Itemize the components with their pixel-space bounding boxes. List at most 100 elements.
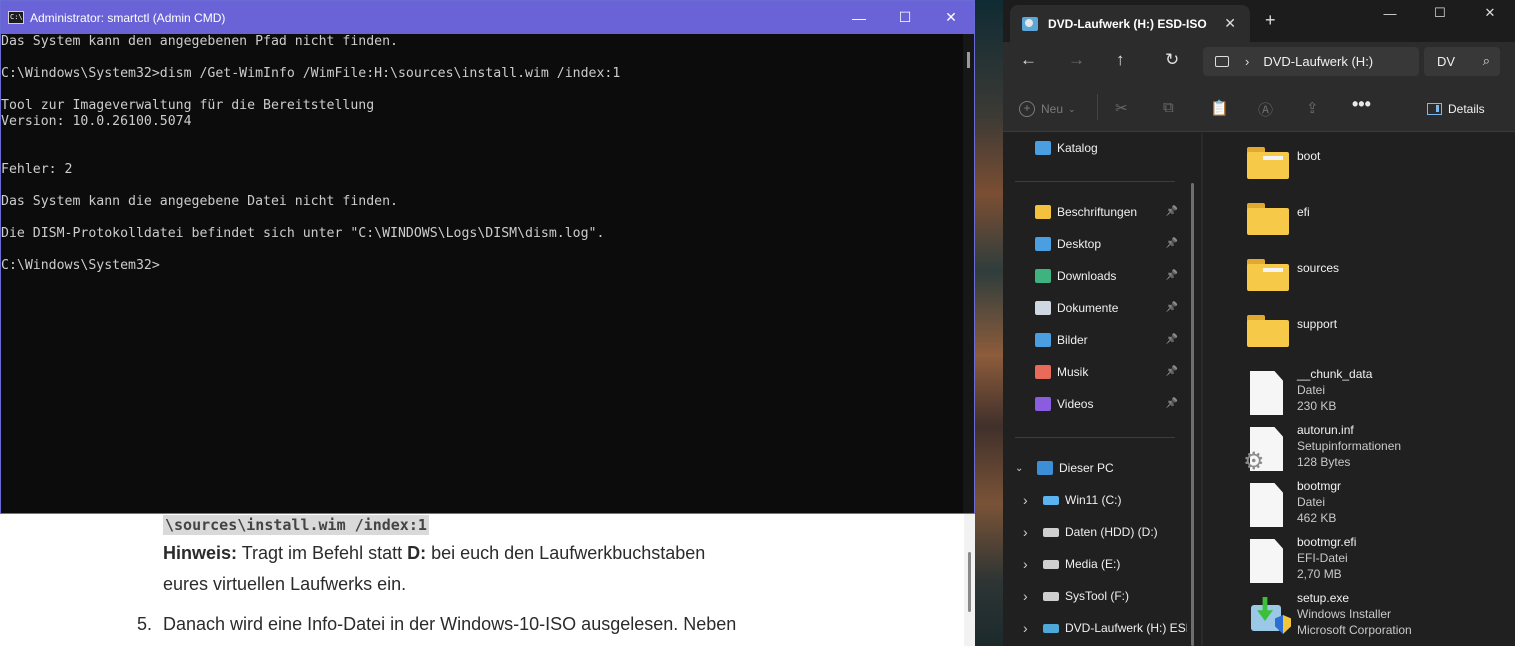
folder-icon <box>1247 147 1289 179</box>
pin-icon[interactable]: 📌 <box>1166 398 1178 409</box>
back-arrow-icon[interactable]: ← <box>1020 50 1037 70</box>
explorer-navbar: ← → ↑ ↻ › DVD-Laufwerk (H:) DV ⌕ <box>1003 42 1515 80</box>
address-bar[interactable]: › DVD-Laufwerk (H:) <box>1203 47 1419 76</box>
search-input[interactable]: DV <box>1437 54 1455 69</box>
folder-icon <box>1247 203 1289 235</box>
cmd-console-output[interactable]: Das System kann den angegebenen Pfad nic… <box>1 34 963 513</box>
console-line: Fehler: 2 <box>1 162 73 177</box>
pictures-icon <box>1035 333 1051 347</box>
pin-icon[interactable]: 📌 <box>1166 334 1178 345</box>
nav-item-label: Dieser PC <box>1059 461 1114 475</box>
file-name: boot <box>1297 149 1321 163</box>
file-explorer-window[interactable]: DVD-Laufwerk (H:) ESD-ISO ✕ + — ☐ ✕ ← → … <box>1003 0 1515 646</box>
hint-line-2: eures virtuellen Laufwerks ein. <box>163 574 407 594</box>
webpage-scrollbar[interactable] <box>964 500 975 646</box>
explorer-maximize-button[interactable]: ☐ <box>1415 0 1465 26</box>
navigation-pane[interactable]: Katalog Beschriftungen 📌 Desktop 📌 Downloads… <box>1003 133 1201 646</box>
cmd-titlebar[interactable]: C:\ Administrator: smartctl (Admin CMD) … <box>1 1 974 34</box>
explorer-tab[interactable]: DVD-Laufwerk (H:) ESD-ISO ✕ <box>1010 5 1250 42</box>
nav-item-label: Bilder <box>1057 333 1088 347</box>
hint-drive-letter: D: <box>407 543 427 563</box>
nav-item-bilder[interactable]: Bilder 📌 <box>1035 327 1185 353</box>
cmd-close-button[interactable]: ✕ <box>928 1 974 34</box>
nav-separator <box>1015 437 1175 438</box>
console-line: Version: 10.0.26100.5074 <box>1 114 192 129</box>
pin-icon[interactable]: 📌 <box>1166 270 1178 281</box>
file-item[interactable]: ⚙ autorun.inf Setupinformationen 128 Bytes <box>1203 423 1503 479</box>
more-options-button[interactable]: ••• <box>1352 94 1371 115</box>
nav-item-drive[interactable]: › Media (E:) <box>1003 551 1193 577</box>
up-arrow-icon[interactable]: ↑ <box>1116 50 1125 70</box>
folder-item[interactable]: sources <box>1203 245 1503 301</box>
nav-item-drive[interactable]: › Win11 (C:) <box>1003 487 1193 513</box>
nav-item-drive[interactable]: › SysTool (F:) <box>1003 583 1193 609</box>
search-icon[interactable]: ⌕ <box>1483 53 1490 69</box>
new-button[interactable]: + Neu ⌄ <box>1019 101 1076 117</box>
folder-item[interactable]: boot <box>1203 133 1503 189</box>
pin-icon[interactable]: 📌 <box>1166 206 1178 217</box>
rename-icon[interactable]: Ⓐ <box>1258 99 1273 120</box>
pin-icon[interactable]: 📌 <box>1166 366 1178 377</box>
nav-item-downloads[interactable]: Downloads 📌 <box>1035 263 1185 289</box>
video-icon <box>1035 397 1051 411</box>
nav-item-videos[interactable]: Videos 📌 <box>1035 391 1185 417</box>
folder-item[interactable]: support <box>1203 301 1503 357</box>
file-list[interactable]: boot efi sources support __chunk_data Datei 23… <box>1203 133 1515 646</box>
music-icon <box>1035 365 1051 379</box>
cmd-window[interactable]: C:\ Administrator: smartctl (Admin CMD) … <box>0 0 975 514</box>
document-icon <box>1035 301 1051 315</box>
copy-icon[interactable]: ⧉ <box>1163 99 1174 116</box>
file-item[interactable]: setup.exe Windows Installer Microsoft Corp… <box>1203 591 1503 646</box>
pin-icon[interactable]: 📌 <box>1166 302 1178 313</box>
nav-scrollbar[interactable] <box>1191 183 1194 646</box>
new-tab-button[interactable]: + <box>1265 10 1276 31</box>
cmd-minimize-button[interactable]: — <box>836 1 882 34</box>
plus-icon: + <box>1019 101 1035 117</box>
chevron-down-icon[interactable]: ⌄ <box>1015 463 1023 474</box>
address-path[interactable]: DVD-Laufwerk (H:) <box>1263 54 1373 69</box>
explorer-minimize-button[interactable]: — <box>1365 0 1415 26</box>
nav-item-beschriftungen[interactable]: Beschriftungen 📌 <box>1035 199 1185 225</box>
folder-item[interactable]: efi <box>1203 189 1503 245</box>
file-name: setup.exe <box>1297 591 1350 605</box>
details-button[interactable]: Details <box>1427 102 1485 116</box>
nav-item-drive[interactable]: › DVD-Laufwerk (H:) ESD <box>1003 615 1193 641</box>
nav-item-katalog[interactable]: Katalog <box>1035 135 1225 161</box>
chevron-right-icon[interactable]: › <box>1023 556 1028 572</box>
desktop-wallpaper <box>975 0 1005 646</box>
chevron-right-icon[interactable]: › <box>1245 54 1249 69</box>
chevron-right-icon[interactable]: › <box>1023 524 1028 540</box>
gallery-icon <box>1035 141 1051 155</box>
cmd-scrollbar[interactable] <box>963 34 974 513</box>
tab-close-icon[interactable]: ✕ <box>1224 15 1236 32</box>
nav-item-drive[interactable]: › Daten (HDD) (D:) <box>1003 519 1193 545</box>
cmd-maximize-button[interactable]: ☐ <box>882 1 928 34</box>
explorer-close-button[interactable]: ✕ <box>1465 0 1515 26</box>
forward-arrow-icon[interactable]: → <box>1068 50 1085 70</box>
tab-title: DVD-Laufwerk (H:) ESD-ISO <box>1048 16 1207 31</box>
chevron-right-icon[interactable]: › <box>1023 620 1028 636</box>
webpage-scroll-thumb[interactable] <box>968 552 971 612</box>
file-item[interactable]: bootmgr Datei 462 KB <box>1203 479 1503 535</box>
cut-icon[interactable]: ✂ <box>1115 99 1128 117</box>
nav-item-dokumente[interactable]: Dokumente 📌 <box>1035 295 1185 321</box>
nav-item-this-pc[interactable]: ⌄ Dieser PC <box>1003 455 1193 481</box>
cmd-scroll-thumb[interactable] <box>967 52 970 68</box>
toolbar-separator <box>1097 94 1098 120</box>
pin-icon[interactable]: 📌 <box>1166 238 1178 249</box>
file-item[interactable]: __chunk_data Datei 230 KB <box>1203 367 1503 423</box>
file-type: Datei <box>1297 383 1326 397</box>
nav-item-desktop[interactable]: Desktop 📌 <box>1035 231 1185 257</box>
console-line: C:\Windows\System32>dism /Get-WimInfo /W… <box>1 66 621 81</box>
refresh-icon[interactable]: ↻ <box>1165 50 1179 70</box>
nav-item-musik[interactable]: Musik 📌 <box>1035 359 1185 385</box>
search-box[interactable]: DV ⌕ <box>1424 47 1500 76</box>
chevron-right-icon[interactable]: › <box>1023 492 1028 508</box>
share-icon[interactable]: ⇪ <box>1306 99 1319 117</box>
file-name: __chunk_data <box>1297 367 1373 381</box>
chevron-right-icon[interactable]: › <box>1023 588 1028 604</box>
paste-icon[interactable]: 📋 <box>1210 99 1229 117</box>
step-number: 5. <box>137 614 153 634</box>
file-item[interactable]: bootmgr.efi EFI-Datei 2,70 MB <box>1203 535 1503 591</box>
